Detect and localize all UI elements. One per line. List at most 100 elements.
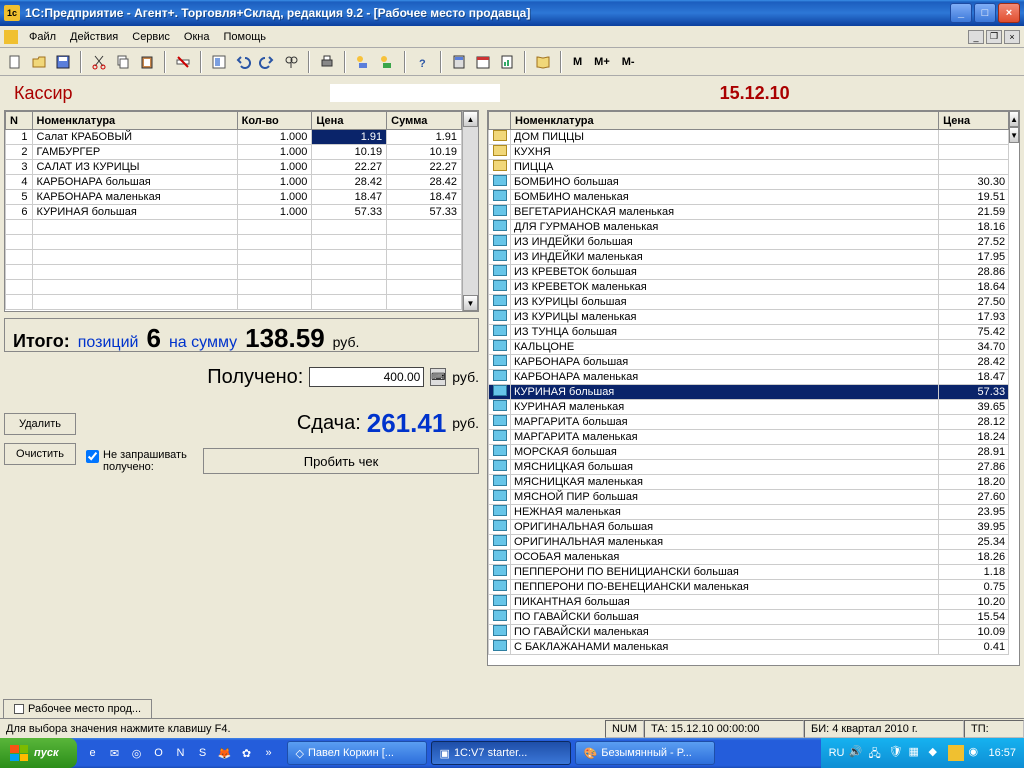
mminus-button[interactable]: М- [617, 54, 640, 70]
list-item[interactable]: ДОМ ПИЦЦЫ [489, 130, 1009, 145]
calc-icon[interactable] [448, 51, 470, 73]
menu-file[interactable]: Файл [23, 29, 62, 45]
report-icon[interactable] [496, 51, 518, 73]
list-item[interactable]: ИЗ КРЕВЕТОК большая28.86 [489, 265, 1009, 280]
task-1c[interactable]: ▣ 1C:V7 starter... [431, 741, 571, 765]
list-item[interactable]: ИЗ ИНДЕЙКИ маленькая17.95 [489, 250, 1009, 265]
table-row-empty[interactable] [6, 235, 462, 250]
table-row[interactable]: 5КАРБОНАРА маленькая1.00018.4718.47 [6, 190, 462, 205]
cashier-name-field[interactable] [330, 84, 500, 102]
calculator-icon[interactable]: ⌨ [430, 368, 446, 386]
save-icon[interactable] [52, 51, 74, 73]
ql-opera-icon[interactable]: O [149, 742, 169, 764]
props-icon[interactable] [208, 51, 230, 73]
noask-check-input[interactable] [86, 450, 99, 463]
col-sum[interactable]: Сумма [387, 112, 462, 130]
copy-icon[interactable] [112, 51, 134, 73]
list-item[interactable]: КУРИНАЯ маленькая39.65 [489, 400, 1009, 415]
col-qty[interactable]: Кол-во [237, 112, 312, 130]
col-price[interactable]: Цена [312, 112, 387, 130]
paste-icon[interactable] [136, 51, 158, 73]
ql-more-icon[interactable]: » [259, 742, 279, 764]
list-item[interactable]: МЯСНИЦКАЯ маленькая18.20 [489, 475, 1009, 490]
list-item[interactable]: МАРГАРИТА маленькая18.24 [489, 430, 1009, 445]
delete-line-icon[interactable] [172, 51, 194, 73]
list-item[interactable]: КУХНЯ [489, 145, 1009, 160]
tray-clock[interactable]: 16:57 [988, 747, 1016, 759]
table-row-empty[interactable] [6, 280, 462, 295]
hist1-icon[interactable] [352, 51, 374, 73]
list-item[interactable]: ОСОБАЯ маленькая18.26 [489, 550, 1009, 565]
hist2-icon[interactable] [376, 51, 398, 73]
list-item[interactable]: ИЗ КУРИЦЫ маленькая17.93 [489, 310, 1009, 325]
task-paint[interactable]: 🎨 Безымянный - P... [575, 741, 715, 765]
print-icon[interactable] [316, 51, 338, 73]
list-item[interactable]: ИЗ КРЕВЕТОК маленькая18.64 [489, 280, 1009, 295]
table-row-empty[interactable] [6, 220, 462, 235]
list-item[interactable]: КАРБОНАРА маленькая18.47 [489, 370, 1009, 385]
list-item[interactable]: ОРИГИНАЛЬНАЯ большая39.95 [489, 520, 1009, 535]
col-catalog-name[interactable]: Номенклатура [511, 112, 939, 130]
clear-button[interactable]: Очистить [4, 443, 76, 465]
list-item[interactable]: ПО ГАВАЙСКИ большая15.54 [489, 610, 1009, 625]
table-row-empty[interactable] [6, 250, 462, 265]
list-item[interactable]: БОМБИНО маленькая19.51 [489, 190, 1009, 205]
help-icon[interactable]: ? [412, 51, 434, 73]
list-item[interactable]: КУРИНАЯ большая57.33 [489, 385, 1009, 400]
book-icon[interactable] [532, 51, 554, 73]
list-item[interactable]: ДЛЯ ГУРМАНОВ маленькая18.16 [489, 220, 1009, 235]
table-row[interactable]: 3САЛАТ ИЗ КУРИЦЫ1.00022.2722.27 [6, 160, 462, 175]
table-row[interactable]: 6КУРИНАЯ большая1.00057.3357.33 [6, 205, 462, 220]
menu-service[interactable]: Сервис [126, 29, 176, 45]
mdi-close[interactable]: × [1004, 30, 1020, 44]
list-item[interactable]: МОРСКАЯ большая28.91 [489, 445, 1009, 460]
list-item[interactable]: НЕЖНАЯ маленькая23.95 [489, 505, 1009, 520]
ql-chrome-icon[interactable]: ◎ [127, 742, 147, 764]
calendar-icon[interactable] [472, 51, 494, 73]
tray-net-icon[interactable]: 🖧 [868, 745, 884, 761]
list-item[interactable]: ПИКАНТНАЯ большая10.20 [489, 595, 1009, 610]
new-icon[interactable] [4, 51, 26, 73]
received-input[interactable] [309, 367, 424, 387]
system-tray[interactable]: RU 🔊 🖧 🛡 ▦ ◆ ◉ 16:57 [821, 738, 1024, 768]
scroll-up-icon[interactable]: ▲ [1009, 111, 1019, 127]
list-item[interactable]: ИЗ ИНДЕЙКИ большая27.52 [489, 235, 1009, 250]
task-qip[interactable]: ◇ Павел Коркин [... [287, 741, 427, 765]
col-n[interactable]: N [6, 112, 33, 130]
punch-check-button[interactable]: Пробить чек [203, 448, 479, 474]
list-item[interactable]: ПЕППЕРОНИ ПО-ВЕНЕЦИАНСКИ маленькая0.75 [489, 580, 1009, 595]
catalog-scrollbar[interactable]: ▲ ▼ [1009, 111, 1019, 665]
mdi-restore[interactable]: ❐ [986, 30, 1002, 44]
scroll-down-icon[interactable]: ▼ [1009, 127, 1019, 143]
list-item[interactable]: ВЕГЕТАРИАНСКАЯ маленькая21.59 [489, 205, 1009, 220]
doctab-seller[interactable]: Рабочее место прод... [3, 699, 152, 718]
tray-shield-icon[interactable]: 🛡 [888, 745, 904, 761]
table-row[interactable]: 2ГАМБУРГЕР1.00010.1910.19 [6, 145, 462, 160]
tray-app3-icon[interactable]: ◉ [968, 745, 984, 761]
redo-icon[interactable] [256, 51, 278, 73]
cut-icon[interactable] [88, 51, 110, 73]
table-row-empty[interactable] [6, 265, 462, 280]
tray-lang[interactable]: RU [829, 747, 845, 759]
ql-skype-icon[interactable]: S [193, 742, 213, 764]
table-row-empty[interactable] [6, 295, 462, 310]
receipt-table[interactable]: N Номенклатура Кол-во Цена Сумма 1Салат … [4, 110, 479, 312]
mplus-button[interactable]: М+ [589, 54, 615, 70]
list-item[interactable]: КАЛЬЦОНЕ34.70 [489, 340, 1009, 355]
tray-sound-icon[interactable]: 🔊 [848, 745, 864, 761]
list-item[interactable]: МЯСНОЙ ПИР большая27.60 [489, 490, 1009, 505]
list-item[interactable]: ПЕППЕРОНИ ПО ВЕНИЦИАНСКИ большая1.18 [489, 565, 1009, 580]
list-item[interactable]: ОРИГИНАЛЬНАЯ маленькая25.34 [489, 535, 1009, 550]
list-item[interactable]: БОМБИНО большая30.30 [489, 175, 1009, 190]
col-name[interactable]: Номенклатура [32, 112, 237, 130]
find-icon[interactable] [280, 51, 302, 73]
tray-1c-icon[interactable] [948, 745, 964, 761]
list-item[interactable]: С БАКЛАЖАНАМИ маленькая0.41 [489, 640, 1009, 655]
catalog-table[interactable]: Номенклатура Цена ДОМ ПИЦЦЫКУХНЯПИЦЦАБОМ… [487, 110, 1020, 666]
tray-app1-icon[interactable]: ▦ [908, 745, 924, 761]
ql-icq-icon[interactable]: ✿ [237, 742, 257, 764]
table-row[interactable]: 1Салат КРАБОВЫЙ1.0001.911.91 [6, 130, 462, 145]
open-icon[interactable] [28, 51, 50, 73]
ql-ie-icon[interactable]: e [83, 742, 103, 764]
scroll-up-icon[interactable]: ▲ [463, 111, 478, 127]
